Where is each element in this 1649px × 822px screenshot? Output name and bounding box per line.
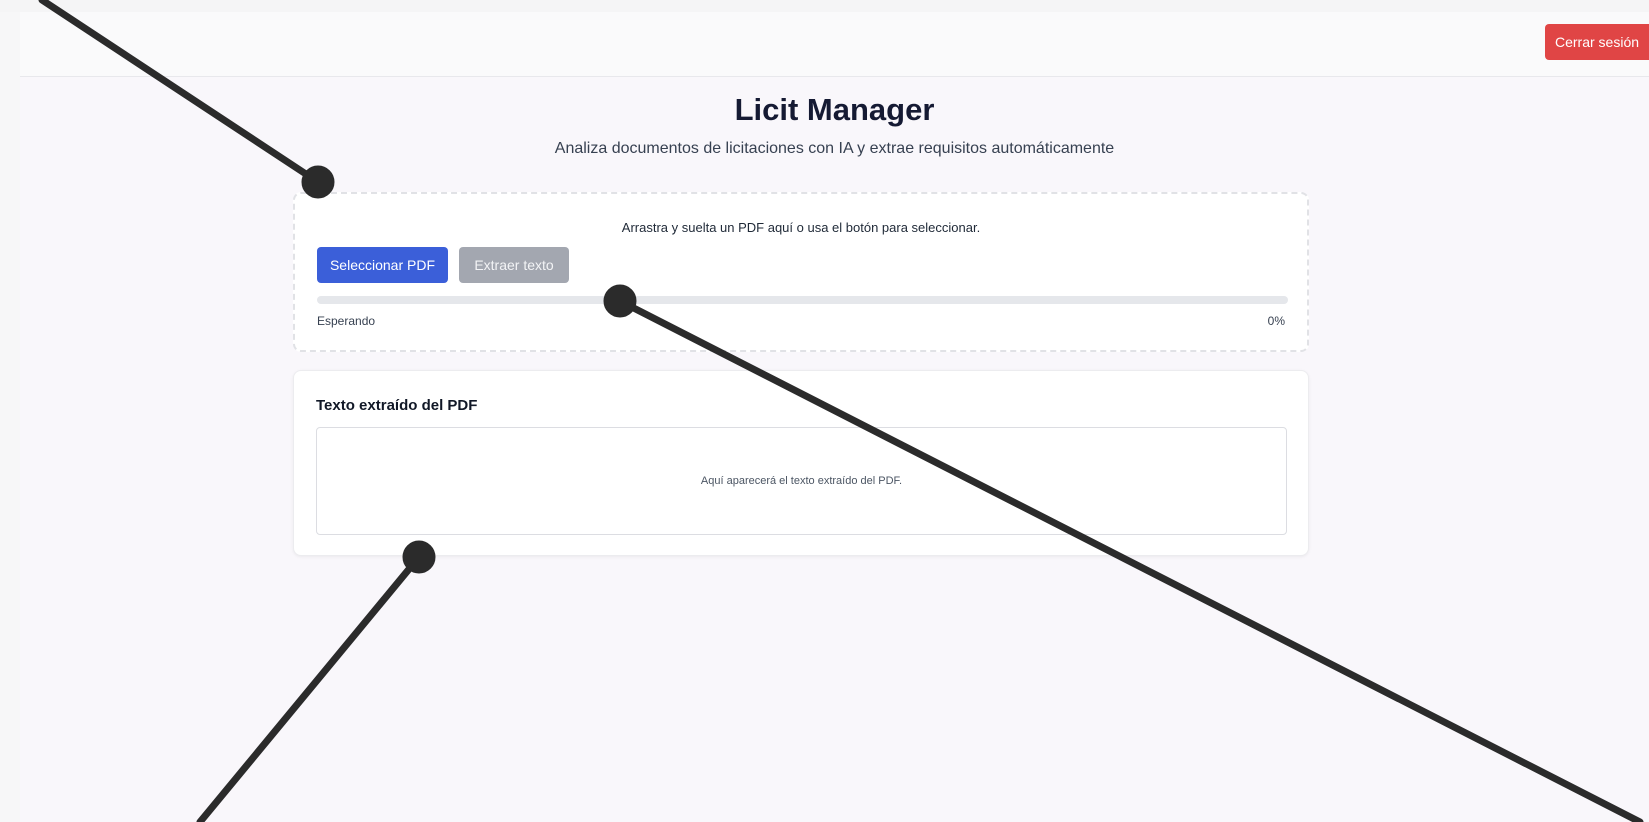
extract-text-button[interactable]: Extraer texto (459, 247, 569, 283)
page-title: Licit Manager (734, 92, 935, 127)
extracted-text-placeholder: Aquí aparecerá el texto extraído del PDF… (700, 475, 903, 487)
extracted-text-output[interactable]: Aquí aparecerá el texto extraído del PDF… (316, 427, 1287, 535)
extracted-text-title: Texto extraído del PDF (316, 397, 478, 414)
page-subtitle: Analiza documentos de licitaciones con I… (554, 140, 1115, 157)
progress-bar (317, 296, 1288, 304)
progress-percent: 0% (1267, 314, 1285, 328)
select-pdf-button[interactable]: Seleccionar PDF (317, 247, 448, 283)
logout-button[interactable]: Cerrar sesión (1545, 24, 1649, 60)
top-header: Cerrar sesión (20, 12, 1649, 77)
top-band (0, 0, 1649, 12)
progress-status: Esperando (317, 314, 376, 328)
app-root: Cerrar sesión Licit Manager Analiza docu… (20, 12, 1649, 822)
dropzone-hint: Arrastra y suelta un PDF aquí o usa el b… (621, 220, 981, 235)
extracted-text-card: Texto extraído del PDF Aquí aparecerá el… (293, 370, 1309, 556)
pdf-dropzone[interactable]: Arrastra y suelta un PDF aquí o usa el b… (293, 192, 1309, 352)
